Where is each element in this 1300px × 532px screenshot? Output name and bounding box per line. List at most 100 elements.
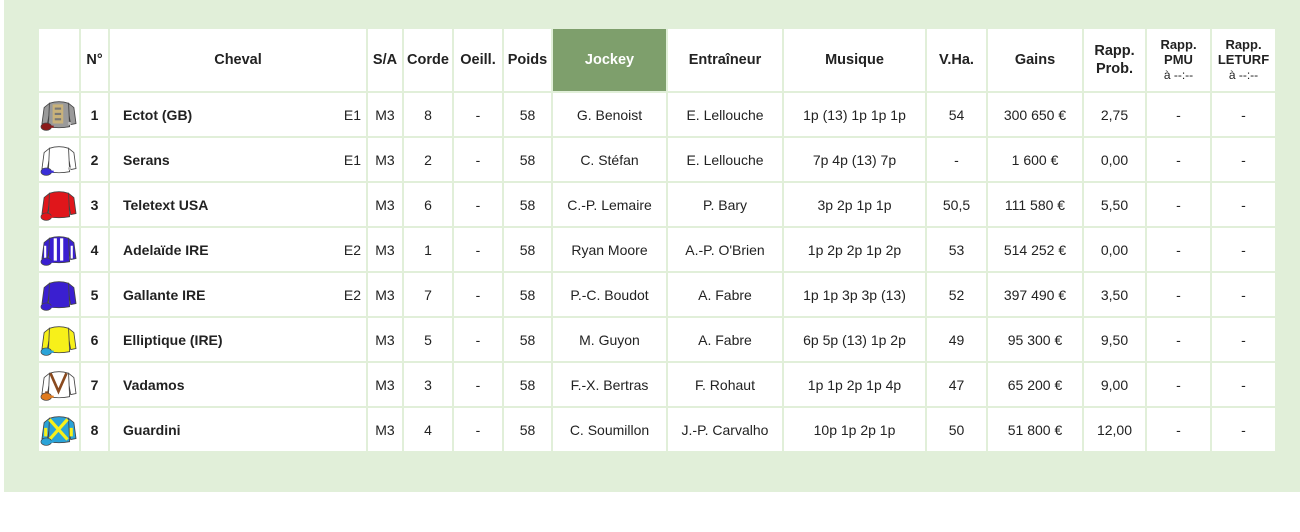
table-header-row: N° Cheval S/A Corde Oeill. Poids Jockey … xyxy=(37,27,1277,93)
sex-age: M3 xyxy=(366,91,404,138)
horse-name[interactable]: Serans xyxy=(123,152,170,168)
col-header-trainer[interactable]: Entraîneur xyxy=(666,27,784,93)
horse-cell[interactable]: Elliptique (IRE) xyxy=(108,316,368,363)
poids: 58 xyxy=(502,316,553,363)
rapp-prob: 2,75 xyxy=(1082,91,1147,138)
horse-cell[interactable]: Serans E1 xyxy=(108,136,368,183)
rapp-pmu: - xyxy=(1145,91,1212,138)
runner-row[interactable]: 4 Adelaïde IRE E2 M3 1 - 58 Ryan Moore A… xyxy=(37,226,1277,273)
rapp-prob-line1: Rapp. xyxy=(1094,43,1135,59)
runner-number: 7 xyxy=(79,361,110,408)
blue-silk-icon xyxy=(40,278,78,312)
rapp-pmu-time: à --:-- xyxy=(1163,68,1194,82)
col-header-sex-age[interactable]: S/A xyxy=(366,27,404,93)
silk-cell xyxy=(37,406,81,453)
horse-cell[interactable]: Ectot (GB) E1 xyxy=(108,91,368,138)
rapp-prob: 12,00 xyxy=(1082,406,1147,453)
musique: 3p 2p 1p 1p xyxy=(782,181,927,228)
trainer[interactable]: E. Lellouche xyxy=(666,136,784,183)
jockey[interactable]: P.-C. Boudot xyxy=(551,271,668,318)
jockey[interactable]: C. Stéfan xyxy=(551,136,668,183)
corde: 4 xyxy=(402,406,454,453)
col-header-rapp-leturf[interactable]: Rapp. LETURF à --:-- xyxy=(1210,27,1277,93)
runner-number: 2 xyxy=(79,136,110,183)
corde: 7 xyxy=(402,271,454,318)
horse-name[interactable]: Teletext USA xyxy=(123,197,208,213)
trainer[interactable]: A. Fabre xyxy=(666,316,784,363)
runner-row[interactable]: 5 Gallante IRE E2 M3 7 - 58 P.-C. Boudot… xyxy=(37,271,1277,318)
rapp-leturf-line1: Rapp. xyxy=(1225,37,1262,52)
col-header-poids[interactable]: Poids xyxy=(502,27,553,93)
silk-cell xyxy=(37,271,81,318)
col-header-corde[interactable]: Corde xyxy=(402,27,454,93)
corde: 2 xyxy=(402,136,454,183)
runner-row[interactable]: 7 Vadamos M3 3 - 58 F.-X. Bertras F. Roh… xyxy=(37,361,1277,408)
runner-row[interactable]: 6 Elliptique (IRE) M3 5 - 58 M. Guyon A.… xyxy=(37,316,1277,363)
rapp-leturf: - xyxy=(1210,316,1277,363)
corde: 1 xyxy=(402,226,454,273)
horse-cell[interactable]: Vadamos xyxy=(108,361,368,408)
runner-number: 4 xyxy=(79,226,110,273)
valeur-handicap: 54 xyxy=(925,91,988,138)
horse-cell[interactable]: Adelaïde IRE E2 xyxy=(108,226,368,273)
jockey[interactable]: F.-X. Bertras xyxy=(551,361,668,408)
col-header-gains[interactable]: Gains xyxy=(986,27,1084,93)
trainer[interactable]: A. Fabre xyxy=(666,271,784,318)
trainer[interactable]: F. Rohaut xyxy=(666,361,784,408)
rapp-leturf: - xyxy=(1210,181,1277,228)
trainer[interactable]: P. Bary xyxy=(666,181,784,228)
horse-name[interactable]: Vadamos xyxy=(123,377,184,393)
col-header-silk xyxy=(37,27,81,93)
col-header-horse[interactable]: Cheval xyxy=(108,27,368,93)
runner-row[interactable]: 1 Ectot (GB) E1 M3 8 - 58 G. Benoist E. … xyxy=(37,91,1277,138)
horse-name[interactable]: Guardini xyxy=(123,422,181,438)
col-header-jockey[interactable]: Jockey xyxy=(551,27,668,93)
col-header-oeilleres[interactable]: Oeill. xyxy=(452,27,504,93)
rapp-prob: 9,00 xyxy=(1082,361,1147,408)
jockey[interactable]: G. Benoist xyxy=(551,91,668,138)
runner-row[interactable]: 3 Teletext USA M3 6 - 58 C.-P. Lemaire P… xyxy=(37,181,1277,228)
jockey[interactable]: C.-P. Lemaire xyxy=(551,181,668,228)
col-header-musique[interactable]: Musique xyxy=(782,27,927,93)
col-header-vha[interactable]: V.Ha. xyxy=(925,27,988,93)
sex-age: M3 xyxy=(366,181,404,228)
col-header-rapp-pmu[interactable]: Rapp. PMU à --:-- xyxy=(1145,27,1212,93)
rapp-pmu: - xyxy=(1145,226,1212,273)
rapp-pmu-line1: Rapp. xyxy=(1160,37,1197,52)
poids: 58 xyxy=(502,136,553,183)
horse-name[interactable]: Adelaïde IRE xyxy=(123,242,209,258)
horse-cell[interactable]: Gallante IRE E2 xyxy=(108,271,368,318)
rapp-leturf-time: à --:-- xyxy=(1228,68,1259,82)
poids: 58 xyxy=(502,406,553,453)
gains: 514 252 € xyxy=(986,226,1084,273)
jockey[interactable]: Ryan Moore xyxy=(551,226,668,273)
trainer[interactable]: A.-P. O'Brien xyxy=(666,226,784,273)
sex-age: M3 xyxy=(366,226,404,273)
gains: 397 490 € xyxy=(986,271,1084,318)
jockey[interactable]: M. Guyon xyxy=(551,316,668,363)
silk-cell xyxy=(37,361,81,408)
ecurie-tag: E1 xyxy=(343,151,361,168)
ecurie-tag: E2 xyxy=(343,241,361,258)
corde: 5 xyxy=(402,316,454,363)
rapp-prob: 9,50 xyxy=(1082,316,1147,363)
rapp-leturf: - xyxy=(1210,271,1277,318)
poids: 58 xyxy=(502,181,553,228)
runner-row[interactable]: 2 Serans E1 M3 2 - 58 C. Stéfan E. Lello… xyxy=(37,136,1277,183)
musique: 1p 1p 2p 1p 4p xyxy=(782,361,927,408)
col-header-rapp-prob[interactable]: Rapp. Prob. xyxy=(1082,27,1147,93)
horse-cell[interactable]: Guardini xyxy=(108,406,368,453)
runner-number: 1 xyxy=(79,91,110,138)
runners-table: N° Cheval S/A Corde Oeill. Poids Jockey … xyxy=(37,27,1277,453)
col-header-number[interactable]: N° xyxy=(79,27,110,93)
jockey[interactable]: C. Soumillon xyxy=(551,406,668,453)
horse-name[interactable]: Elliptique (IRE) xyxy=(123,332,223,348)
horse-cell[interactable]: Teletext USA xyxy=(108,181,368,228)
blue-yellow-cross-silk-icon xyxy=(40,413,78,447)
horse-name[interactable]: Ectot (GB) xyxy=(123,107,192,123)
trainer[interactable]: E. Lellouche xyxy=(666,91,784,138)
horse-name[interactable]: Gallante IRE xyxy=(123,287,205,303)
runner-row[interactable]: 8 Guardini M3 4 - 58 C. Soumillon J.-P. … xyxy=(37,406,1277,453)
musique: 1p (13) 1p 1p 1p xyxy=(782,91,927,138)
trainer[interactable]: J.-P. Carvalho xyxy=(666,406,784,453)
